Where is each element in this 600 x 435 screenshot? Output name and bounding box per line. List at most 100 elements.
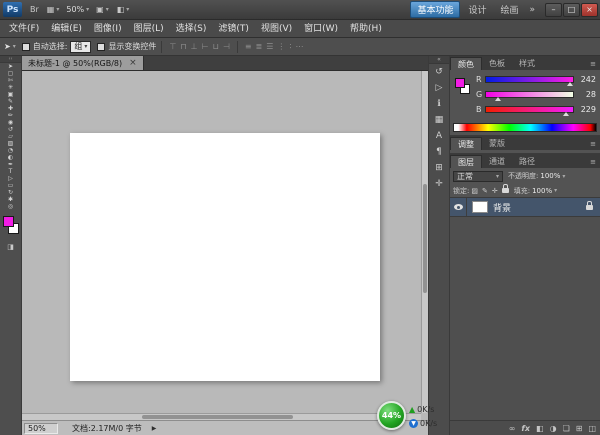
menu-edit[interactable]: 编辑(E) (45, 20, 88, 38)
tab-masks[interactable]: 蒙版 (482, 137, 512, 150)
distribute-right-edges-icon[interactable]: ⋯ (293, 42, 305, 51)
layer-thumbnail[interactable] (472, 201, 488, 213)
document-tab[interactable]: 未标题-1 @ 50%(RGB/8) × (22, 56, 144, 70)
auto-select-checkbox[interactable] (22, 43, 30, 51)
blue-slider[interactable] (485, 106, 574, 113)
lock-image-pixels-icon[interactable]: ✎ (482, 187, 488, 195)
align-vertical-centers-icon[interactable]: ⊓ (178, 42, 188, 51)
lock-all-icon[interactable] (502, 188, 509, 193)
blend-mode-dropdown[interactable]: 正常▾ (453, 171, 503, 182)
workspace-button-essentials[interactable]: 基本功能 (410, 1, 460, 18)
align-top-edges-icon[interactable]: ⊤ (167, 42, 178, 51)
new-group-icon[interactable]: ❏ (563, 424, 570, 433)
info-panel-icon[interactable]: ℹ (429, 96, 449, 112)
align-left-edges-icon[interactable]: ⊢ (200, 42, 211, 51)
menu-image[interactable]: 图像(I) (88, 20, 128, 38)
vertical-scrollbar[interactable] (421, 71, 428, 413)
auto-select-dropdown[interactable]: 组▾ (70, 41, 91, 53)
collapse-panels-button[interactable]: « (429, 56, 449, 64)
tool-type[interactable]: T (0, 168, 21, 175)
menu-select[interactable]: 选择(S) (170, 20, 213, 38)
tool-pen[interactable]: ✒ (0, 161, 21, 168)
green-slider[interactable] (485, 91, 574, 98)
tool-move[interactable]: ➤ (0, 63, 21, 70)
distribute-left-edges-icon[interactable]: ⋮ (275, 42, 287, 51)
layer-row-background[interactable]: 背景 (450, 198, 600, 217)
document-canvas[interactable] (70, 133, 380, 381)
fill-value[interactable]: 100% (532, 187, 552, 195)
tool-blur[interactable]: ◔ (0, 147, 21, 154)
red-slider[interactable] (485, 76, 574, 83)
tool-zoom[interactable]: ◎ (0, 203, 21, 210)
tab-swatches[interactable]: 色板 (482, 57, 512, 70)
tool-clone-stamp[interactable]: ◉ (0, 119, 21, 126)
tool-rectangular-marquee[interactable]: ▢ (0, 70, 21, 77)
histogram-panel-icon[interactable]: ▦ (429, 112, 449, 128)
tool-gradient[interactable]: ▨ (0, 140, 21, 147)
link-layers-icon[interactable]: ∞ (509, 424, 516, 433)
show-transform-checkbox[interactable] (97, 43, 105, 51)
close-button[interactable]: × (581, 3, 598, 17)
tab-styles[interactable]: 样式 (512, 57, 542, 70)
maximize-button[interactable]: □ (563, 3, 580, 17)
workspace-button-painting[interactable]: 绘画 (494, 1, 524, 18)
panel-menu-icon[interactable]: ≡ (590, 158, 600, 168)
green-slider-thumb[interactable] (495, 97, 501, 101)
blue-value[interactable]: 229 (574, 105, 596, 114)
quick-mask-button[interactable]: ◨ (0, 242, 21, 252)
delete-layer-icon[interactable]: ◫ (588, 424, 596, 433)
speed-ball-overlay[interactable]: 44% (377, 401, 406, 430)
new-adjustment-layer-icon[interactable]: ◑ (550, 424, 557, 433)
canvas-viewport[interactable] (22, 71, 428, 420)
panel-menu-icon[interactable]: ≡ (590, 140, 600, 150)
tool-hand[interactable]: ✱ (0, 196, 21, 203)
lock-position-icon[interactable]: ✛ (492, 187, 498, 195)
bridge-icon[interactable]: Br (26, 5, 43, 14)
tools-panel-grip[interactable]: ‹‹ (0, 56, 21, 63)
add-layer-mask-icon[interactable]: ◧ (536, 424, 544, 433)
status-expand-icon[interactable]: ▶ (152, 425, 157, 432)
tool-dodge[interactable]: ◐ (0, 154, 21, 161)
menu-filter[interactable]: 滤镜(T) (212, 20, 255, 38)
opacity-value[interactable]: 100% (540, 172, 560, 180)
clone-source-panel-icon[interactable]: ⊞ (429, 160, 449, 176)
color-spectrum-ramp[interactable] (453, 123, 597, 132)
view-extras-icon[interactable]: ▦▾ (43, 5, 64, 14)
tool-crop[interactable]: ▣ (0, 91, 21, 98)
tab-color[interactable]: 颜色 (450, 57, 482, 70)
distribute-bottom-edges-icon[interactable]: ☰ (264, 42, 275, 51)
actions-panel-icon[interactable]: ▷ (429, 80, 449, 96)
tool-quick-selection[interactable]: ✳ (0, 84, 21, 91)
horizontal-scrollbar[interactable] (22, 413, 421, 420)
panel-menu-icon[interactable]: ≡ (590, 60, 600, 70)
tool-eyedropper[interactable]: ✎ (0, 98, 21, 105)
history-panel-icon[interactable]: ↺ (429, 64, 449, 80)
align-horizontal-centers-icon[interactable]: ⊔ (211, 42, 221, 51)
tool-history-brush[interactable]: ↺ (0, 126, 21, 133)
red-slider-thumb[interactable] (567, 82, 573, 86)
layer-style-icon[interactable]: fx (521, 424, 530, 433)
tab-paths[interactable]: 路径 (512, 155, 542, 168)
tool-rotate-3d[interactable]: ↻ (0, 189, 21, 196)
tab-channels[interactable]: 通道 (482, 155, 512, 168)
tool-lasso[interactable]: ✄ (0, 77, 21, 84)
tool-spot-healing-brush[interactable]: ✚ (0, 105, 21, 112)
tool-brush[interactable]: ✏ (0, 112, 21, 119)
character-panel-icon[interactable]: A (429, 128, 449, 144)
distribute-top-edges-icon[interactable]: ≡ (243, 42, 254, 51)
arrange-documents-icon[interactable]: ▣▾ (92, 5, 113, 14)
red-value[interactable]: 242 (574, 75, 596, 84)
screen-mode-icon[interactable]: ◧▾ (113, 5, 134, 14)
paragraph-panel-icon[interactable]: ¶ (429, 144, 449, 160)
status-zoom-field[interactable]: 50% (24, 423, 58, 434)
tool-rectangle-shape[interactable]: ▭ (0, 182, 21, 189)
new-layer-icon[interactable]: ⊞ (576, 424, 583, 433)
workspace-overflow-button[interactable]: » (525, 5, 539, 15)
tool-path-selection[interactable]: ▷ (0, 175, 21, 182)
distribute-vertical-centers-icon[interactable]: ≣ (254, 42, 265, 51)
green-value[interactable]: 28 (574, 90, 596, 99)
menu-help[interactable]: 帮助(H) (344, 20, 388, 38)
tab-close-icon[interactable]: × (129, 58, 137, 68)
lock-transparent-pixels-icon[interactable]: ▨ (471, 187, 478, 195)
menu-view[interactable]: 视图(V) (255, 20, 298, 38)
